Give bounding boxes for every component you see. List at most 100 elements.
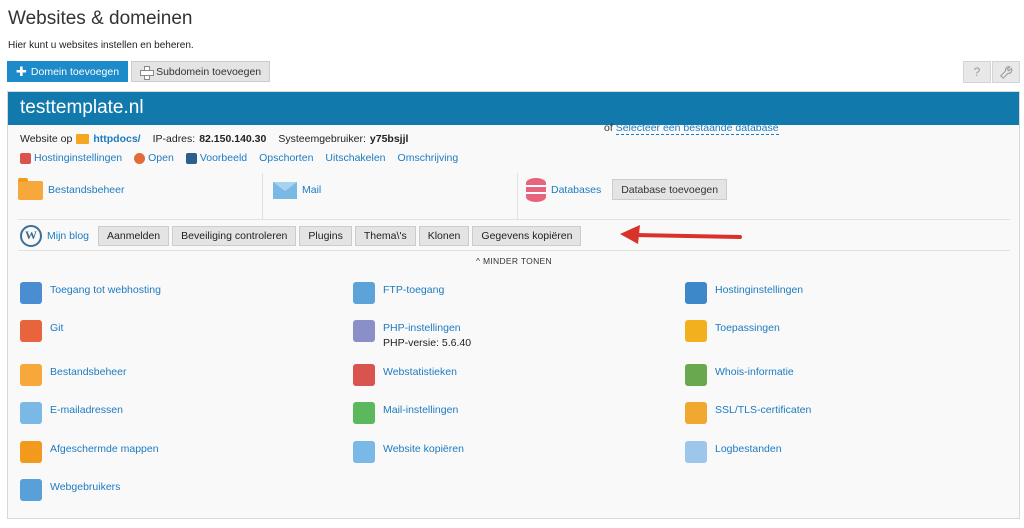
- folder-icon: [76, 134, 90, 144]
- webhosting-access-icon: [20, 282, 42, 304]
- hosting-icon: [685, 282, 707, 304]
- feature-web-users[interactable]: Webgebruikers: [20, 479, 120, 501]
- action-suspend[interactable]: Opschorten: [259, 152, 313, 164]
- envelope-icon: [273, 182, 297, 199]
- action-disable[interactable]: Uitschakelen: [325, 152, 385, 164]
- preview-icon: [185, 152, 197, 164]
- wp-clone-button[interactable]: Klonen: [418, 225, 470, 246]
- help-button[interactable]: ?: [963, 61, 991, 83]
- wp-security-check-button[interactable]: Beveiliging controleren: [172, 225, 297, 246]
- database-select-line: of Selecteer een bestaande database: [604, 122, 779, 135]
- feature-file-manager[interactable]: Bestandsbeheer: [20, 364, 126, 386]
- feature-hosting[interactable]: Hostinginstellingen: [685, 282, 803, 304]
- feature-text: Toegang tot webhosting: [50, 282, 161, 304]
- docroot-link[interactable]: httpdocs/: [93, 133, 140, 145]
- add-subdomain-button[interactable]: Subdomein toevoegen: [131, 61, 271, 82]
- feature-web-stats[interactable]: Webstatistieken: [353, 364, 457, 386]
- ftp-icon: [353, 282, 375, 304]
- feature-label: Webstatistieken: [383, 366, 457, 378]
- file-manager-icon: [20, 364, 42, 386]
- feature-text: Logbestanden: [715, 441, 782, 463]
- wp-copy-data-button[interactable]: Gegevens kopiëren: [472, 225, 582, 246]
- my-blog-link[interactable]: Mijn blog: [47, 230, 89, 242]
- feature-text: Whois-informatie: [715, 364, 794, 386]
- select-existing-database-link[interactable]: Selecteer een bestaande database: [615, 122, 779, 135]
- feature-text: E-mailadressen: [50, 402, 123, 424]
- git-icon: [20, 320, 42, 342]
- action-label: Voorbeeld: [199, 152, 248, 164]
- database-icon: [526, 178, 546, 202]
- wp-login-button[interactable]: Aanmelden: [98, 225, 170, 246]
- add-domain-button[interactable]: ✚ Domein toevoegen: [7, 61, 129, 82]
- plus-icon: ✚: [16, 64, 27, 79]
- tile-file-manager[interactable]: Bestandsbeheer: [18, 173, 263, 220]
- action-label: Open: [148, 152, 174, 164]
- feature-text: PHP-instellingen PHP-versie: 5.6.40: [383, 320, 471, 349]
- feature-protected-folder[interactable]: Afgeschermde mappen: [20, 441, 159, 463]
- feature-whois[interactable]: Whois-informatie: [685, 364, 794, 386]
- feature-php[interactable]: PHP-instellingen PHP-versie: 5.6.40: [353, 320, 471, 349]
- email-icon: [20, 402, 42, 424]
- feature-label: Webgebruikers: [50, 481, 121, 493]
- feature-webhosting-access[interactable]: Toegang tot webhosting: [20, 282, 161, 304]
- tools-button[interactable]: [992, 61, 1020, 83]
- domain-actions: Hostinginstellingen Open Voorbeeld Opsch…: [20, 152, 458, 164]
- feature-mail-settings[interactable]: Mail-instellingen: [353, 402, 458, 424]
- feature-text: Afgeschermde mappen: [50, 441, 159, 463]
- user-value: y75bsjjl: [369, 133, 409, 145]
- feature-text: FTP-toegang: [383, 282, 444, 304]
- feature-logs[interactable]: Logbestanden: [685, 441, 782, 463]
- feature-text: Website kopiëren: [383, 441, 464, 463]
- web-stats-icon: [353, 364, 375, 386]
- wp-plugins-button[interactable]: Plugins: [299, 225, 352, 246]
- logs-icon: [685, 441, 707, 463]
- feature-label: Bestandsbeheer: [50, 366, 127, 378]
- action-label: Opschorten: [259, 152, 314, 164]
- feature-label: Toegang tot webhosting: [50, 284, 161, 296]
- domain-panel: testtemplate.nl Website op httpdocs/ IP-…: [7, 91, 1020, 519]
- help-icon: ?: [973, 65, 981, 79]
- toolbar: ✚ Domein toevoegen Subdomein toevoegen: [7, 61, 271, 82]
- feature-text: Hostinginstellingen: [715, 282, 803, 304]
- tile-mail[interactable]: Mail: [263, 173, 518, 220]
- feature-copy-website[interactable]: Website kopiëren: [353, 441, 464, 463]
- show-less-toggle[interactable]: ^ MINDER TONEN: [18, 250, 1010, 266]
- feature-email[interactable]: E-mailadressen: [20, 402, 123, 424]
- domain-name[interactable]: testtemplate.nl: [8, 92, 1019, 125]
- action-label: Omschrijving: [397, 152, 459, 164]
- mail-settings-icon: [353, 402, 375, 424]
- feature-label: Whois-informatie: [715, 366, 794, 378]
- ip-value: 82.150.140.30: [199, 133, 267, 145]
- feature-git[interactable]: Git: [20, 320, 63, 342]
- add-subdomain-label: Subdomein toevoegen: [156, 65, 262, 78]
- feature-label: Website kopiëren: [383, 443, 464, 455]
- feature-text: Git: [50, 320, 63, 342]
- web-users-icon: [20, 479, 42, 501]
- action-hosting-settings[interactable]: Hostinginstellingen: [20, 152, 122, 164]
- website-info: Website op httpdocs/ IP-adres: 82.150.14…: [20, 133, 408, 145]
- copy-website-icon: [353, 441, 375, 463]
- action-label: Hostinginstellingen: [34, 152, 123, 164]
- feature-ssl[interactable]: SSL/TLS-certificaten: [685, 402, 811, 424]
- action-description[interactable]: Omschrijving: [398, 152, 459, 164]
- feature-label: E-mailadressen: [50, 404, 123, 416]
- action-preview[interactable]: Voorbeeld: [185, 152, 248, 164]
- feature-label: Git: [50, 322, 64, 334]
- open-icon: [134, 152, 146, 164]
- folder-icon: [18, 178, 43, 200]
- wp-themes-button[interactable]: Thema\'s: [354, 225, 416, 246]
- feature-text: Bestandsbeheer: [50, 364, 126, 386]
- ip-label: IP-adres:: [152, 133, 196, 145]
- website-label: Website op: [20, 133, 73, 145]
- user-label: Systeemgebruiker:: [278, 133, 366, 145]
- feature-text: Toepassingen: [715, 320, 780, 342]
- feature-label: Hostinginstellingen: [715, 284, 804, 296]
- page-title: Websites & domeinen: [8, 8, 193, 29]
- databases-link[interactable]: Databases: [551, 178, 601, 196]
- add-database-button[interactable]: Database toevoegen: [612, 179, 728, 200]
- tile-label: Bestandsbeheer: [48, 184, 125, 196]
- feature-label: SSL/TLS-certificaten: [715, 404, 812, 416]
- feature-applications[interactable]: Toepassingen: [685, 320, 780, 342]
- feature-ftp[interactable]: FTP-toegang: [353, 282, 444, 304]
- action-open[interactable]: Open: [134, 152, 174, 164]
